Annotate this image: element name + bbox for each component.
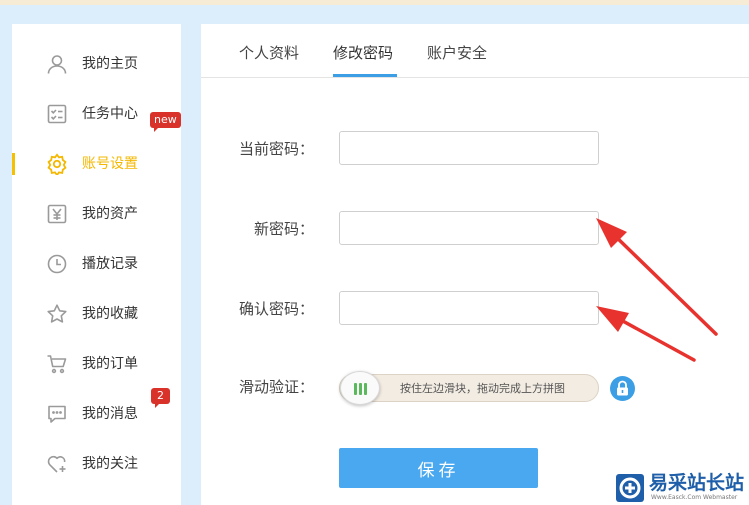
sidebar-item-label: 我的主页 <box>82 56 138 72</box>
gear-icon <box>46 153 68 175</box>
tab-profile[interactable]: 个人资料 <box>239 43 299 63</box>
message-count-badge: 2 <box>151 388 170 408</box>
main-panel: 个人资料 修改密码 账户安全 当前密码： 新密码： 确认密码： 滑动验证： 按住… <box>201 24 749 505</box>
sidebar-item-favorites[interactable]: 我的收藏 <box>12 291 181 337</box>
sidebar-item-account-settings[interactable]: 账号设置 <box>12 141 181 187</box>
sidebar-item-label: 任务中心 <box>82 106 138 122</box>
tab-change-password[interactable]: 修改密码 <box>333 43 393 63</box>
new-password-field[interactable] <box>339 211 599 245</box>
active-tab-underline <box>333 74 397 77</box>
sidebar-item-label: 账号设置 <box>82 156 138 172</box>
confirm-password-label: 确认密码： <box>239 300 315 318</box>
sidebar-item-history[interactable]: 播放记录 <box>12 241 181 287</box>
sidebar-item-label: 我的消息 <box>82 406 138 422</box>
cart-icon <box>46 353 68 375</box>
new-badge: new <box>150 112 181 132</box>
slider-hint: 按住左边滑块，拖动完成上方拼图 <box>400 382 565 395</box>
save-button[interactable]: 保存 <box>339 448 538 488</box>
message-icon <box>46 403 68 425</box>
sidebar-item-label: 播放记录 <box>82 256 138 272</box>
sidebar-item-assets[interactable]: 我的资产 <box>12 191 181 237</box>
task-list-icon <box>46 103 68 125</box>
yen-icon <box>46 203 68 225</box>
sidebar-item-label: 我的订单 <box>82 356 138 372</box>
slider-handle[interactable] <box>340 371 380 405</box>
user-icon <box>46 53 68 75</box>
sidebar-item-home[interactable]: 我的主页 <box>12 41 181 87</box>
lock-icon <box>610 376 635 401</box>
heart-plus-icon <box>46 453 68 475</box>
sidebar-item-orders[interactable]: 我的订单 <box>12 341 181 387</box>
current-password-field[interactable] <box>339 131 599 165</box>
sidebar-item-label: 我的资产 <box>82 206 138 222</box>
slider-captcha-track: 按住左边滑块，拖动完成上方拼图 <box>339 371 599 405</box>
sidebar-item-following[interactable]: 我的关注 <box>12 441 181 487</box>
star-icon <box>46 303 68 325</box>
current-password-label: 当前密码： <box>239 140 315 158</box>
sidebar: 我的主页 任务中心 new 账号设置 我的资产 播放记录 我的收藏 我的订单 我… <box>12 24 181 505</box>
watermark-title: 易采站长站 <box>649 472 745 494</box>
tab-account-security[interactable]: 账户安全 <box>427 43 487 63</box>
tab-bar: 个人资料 修改密码 账户安全 <box>201 24 749 78</box>
watermark-subtitle: Www.Easck.Com Webmaster <box>651 494 738 501</box>
top-strip <box>0 0 749 5</box>
slider-verify-label: 滑动验证： <box>239 378 315 396</box>
confirm-password-field[interactable] <box>339 291 599 325</box>
site-logo <box>616 474 644 502</box>
site-watermark: 易采站长站 Www.Easck.Com Webmaster <box>613 470 749 505</box>
clock-icon <box>46 253 68 275</box>
new-password-label: 新密码： <box>254 220 315 238</box>
sidebar-item-label: 我的收藏 <box>82 306 138 322</box>
sidebar-item-label: 我的关注 <box>82 456 138 472</box>
